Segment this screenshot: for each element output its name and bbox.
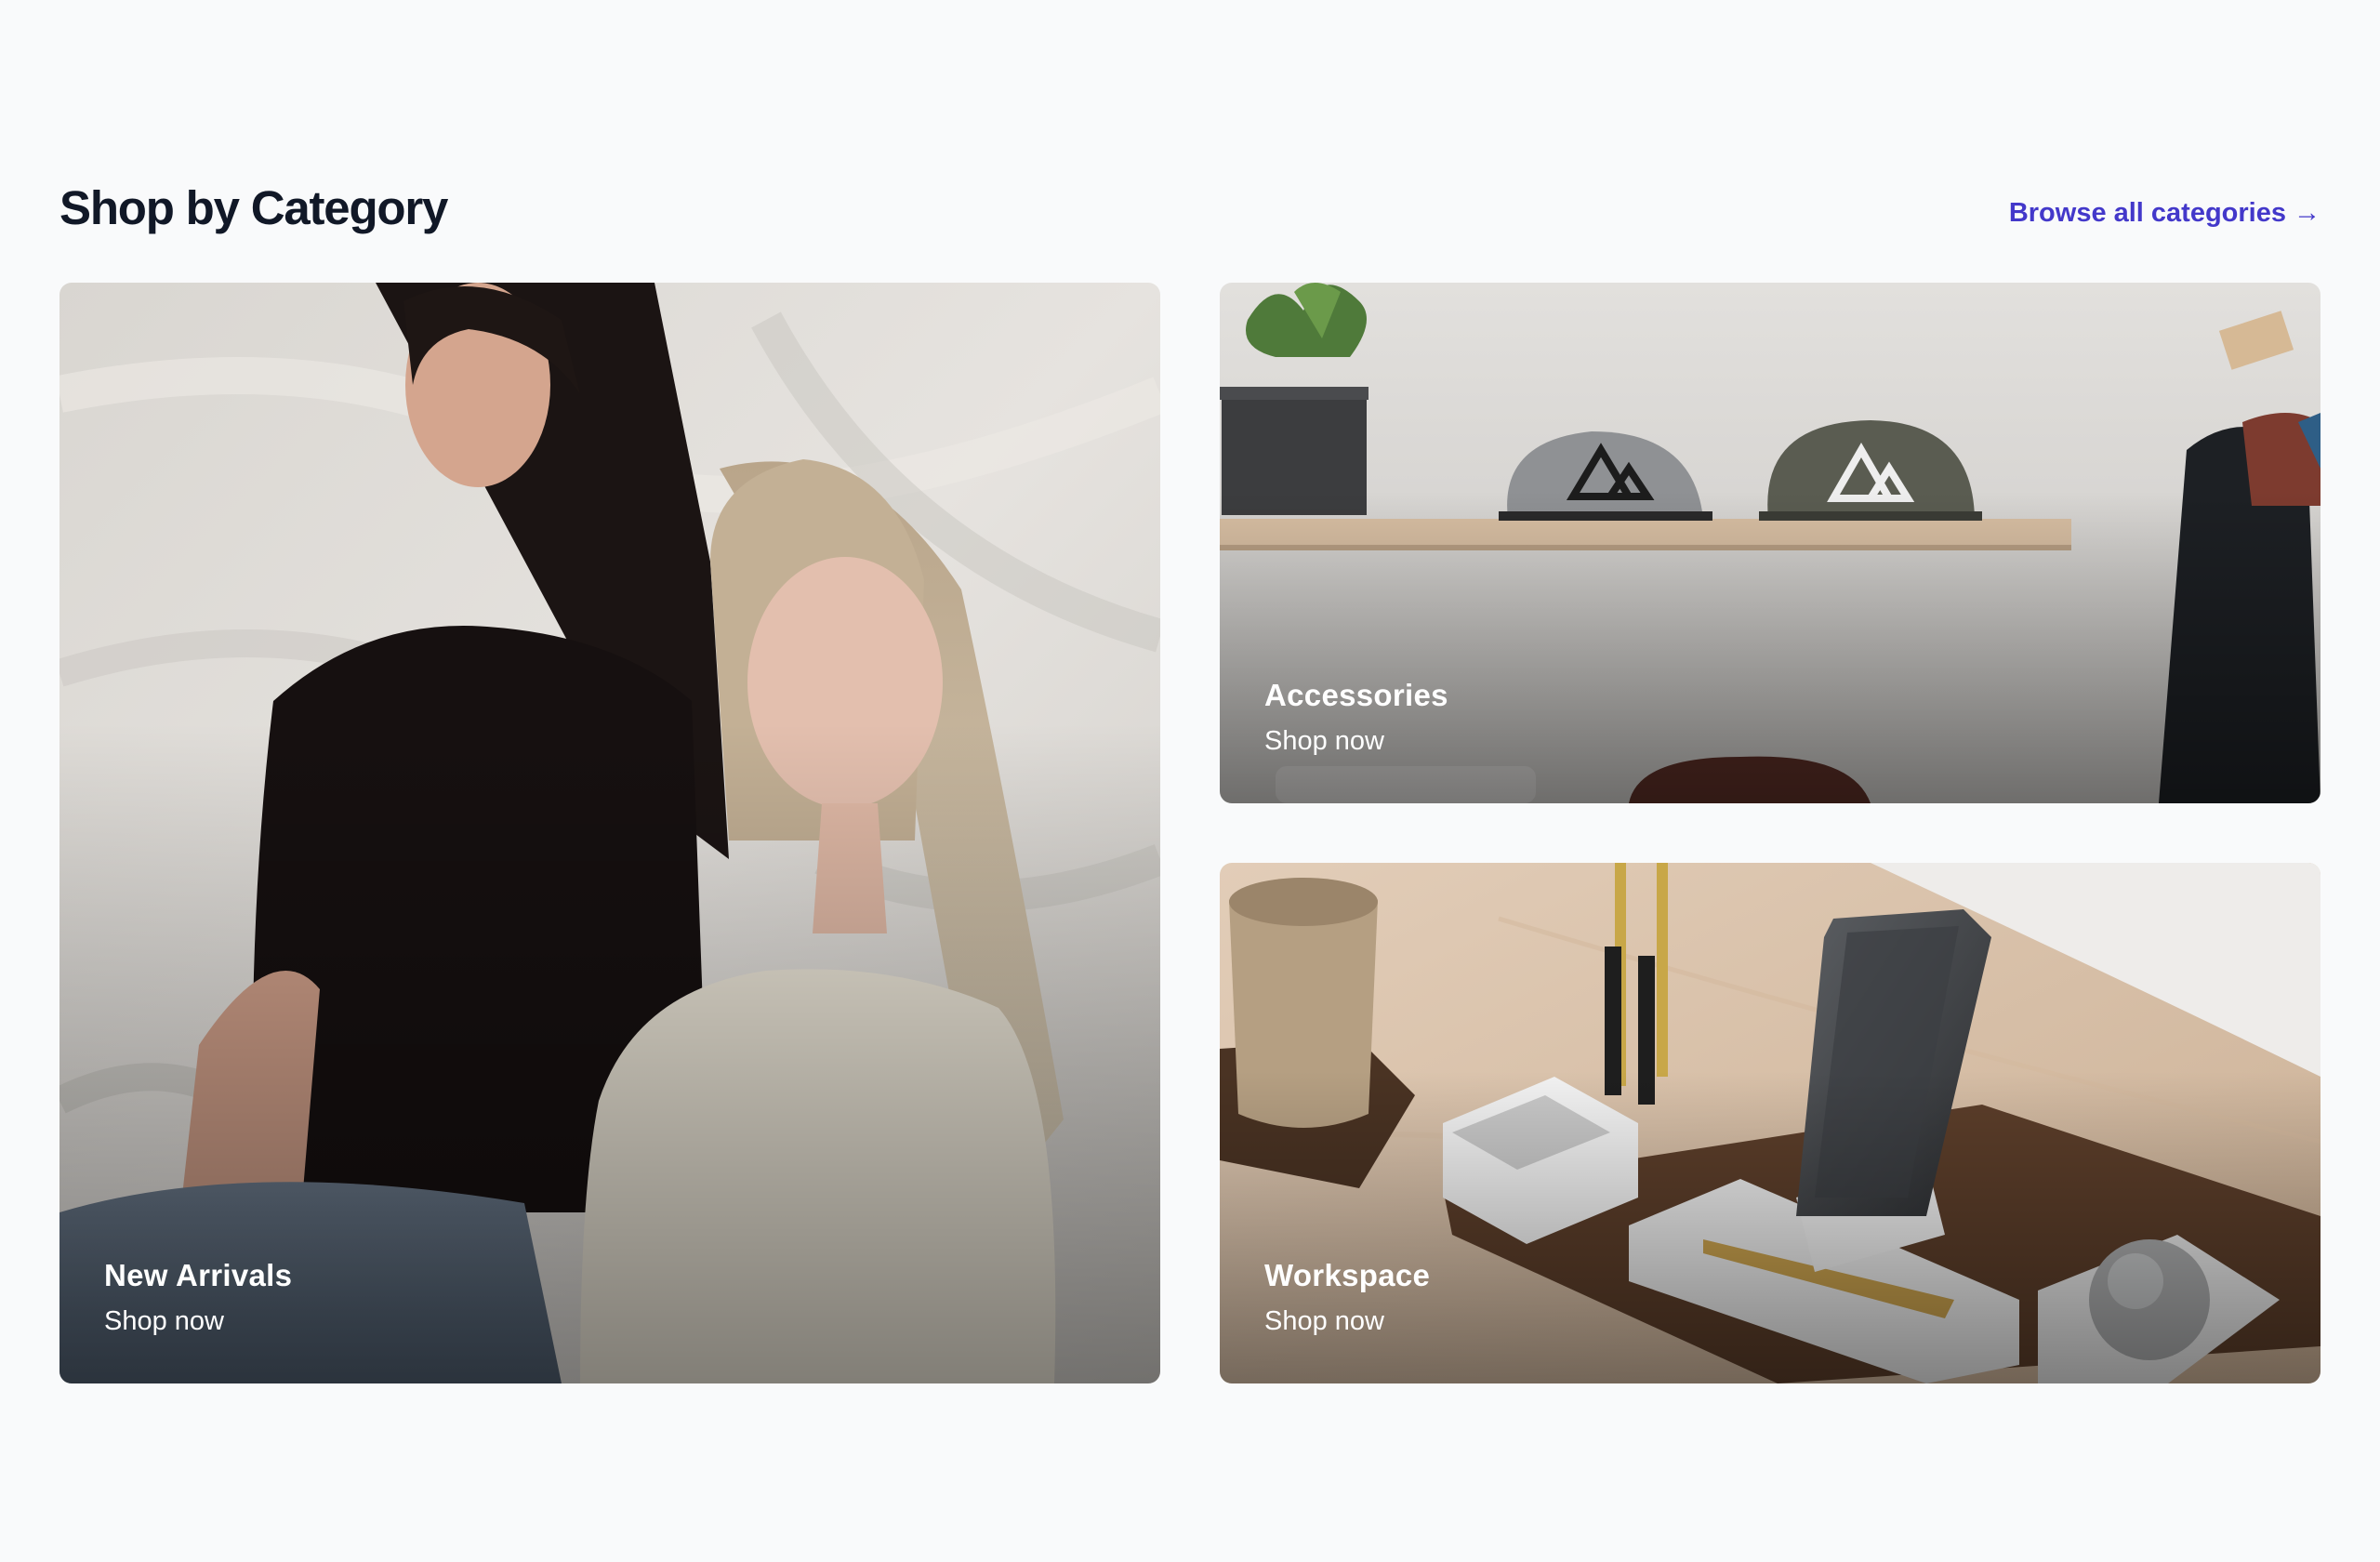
category-card-accessories[interactable]: Accessories Shop now [1220, 283, 2320, 803]
category-name: New Arrivals [104, 1258, 293, 1292]
section-title: Shop by Category [60, 180, 448, 234]
category-caption: Accessories Shop now [1264, 678, 1448, 757]
shop-now-link[interactable]: Shop now [1264, 726, 1448, 757]
arrow-right-icon: → [2294, 197, 2320, 228]
category-card-workspace[interactable]: Workspace Shop now [1220, 863, 2320, 1383]
shop-now-link[interactable]: Shop now [104, 1306, 292, 1337]
browse-link-label: Browse all categories [2008, 197, 2286, 228]
section-header: Shop by Category Browse all categories → [60, 177, 2320, 238]
category-name: Workspace [1264, 1258, 1431, 1292]
category-name: Accessories [1264, 678, 1448, 712]
shop-now-link[interactable]: Shop now [1264, 1306, 1430, 1337]
category-grid: New Arrivals Shop now Accessories Shop n… [60, 283, 2320, 1383]
category-card-new-arrivals[interactable]: New Arrivals Shop now [60, 283, 1160, 1383]
category-caption: New Arrivals Shop now [104, 1258, 292, 1337]
category-caption: Workspace Shop now [1264, 1258, 1430, 1337]
shop-by-category-section: Shop by Category Browse all categories → [60, 177, 2320, 1383]
browse-all-categories-link[interactable]: Browse all categories → [2009, 198, 2320, 229]
